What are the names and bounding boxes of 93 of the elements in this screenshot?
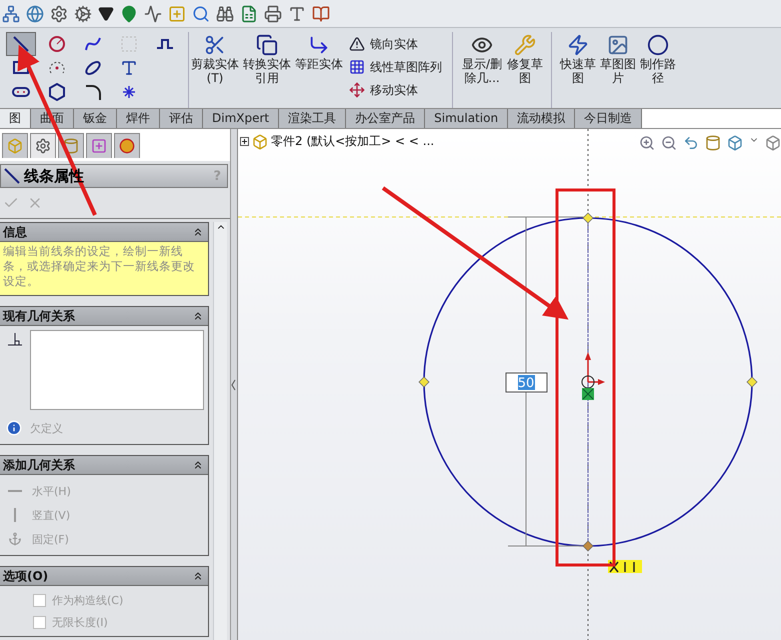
network-icon bbox=[2, 4, 20, 22]
expand-icon bbox=[240, 137, 249, 146]
gear-icon bbox=[35, 138, 51, 154]
ribbon-tab[interactable]: DimXpert bbox=[203, 109, 280, 128]
perpendicular-icon bbox=[6, 330, 24, 348]
vertical-relation-icon bbox=[582, 388, 594, 400]
view-orientation-icon[interactable] bbox=[727, 135, 743, 151]
part-icon bbox=[252, 134, 268, 150]
line-icon bbox=[12, 35, 30, 53]
scissors-icon bbox=[204, 34, 226, 56]
info-icon bbox=[6, 420, 22, 436]
ribbon-tab[interactable]: 焊件 bbox=[117, 109, 160, 128]
display-style-icon[interactable] bbox=[765, 135, 781, 151]
origin-icon bbox=[582, 352, 605, 388]
collapse-icon[interactable] bbox=[192, 570, 204, 582]
collapse-icon[interactable] bbox=[192, 310, 204, 322]
command-item[interactable]: 移动实体 bbox=[349, 80, 442, 100]
polygon-icon bbox=[48, 83, 66, 101]
section-view-icon[interactable] bbox=[705, 135, 721, 151]
cylinder-icon bbox=[63, 138, 79, 154]
spline-icon bbox=[84, 35, 102, 53]
ribbon-tab[interactable]: 流动模拟 bbox=[508, 109, 576, 128]
lightning-icon bbox=[567, 34, 589, 56]
sketch-point[interactable] bbox=[582, 540, 594, 552]
point-icon bbox=[120, 83, 138, 101]
grid-pattern-icon bbox=[349, 59, 365, 75]
move-icon bbox=[349, 82, 365, 98]
panel-tab[interactable] bbox=[30, 133, 56, 158]
sketch-point[interactable] bbox=[418, 376, 430, 388]
sketch-tool-button[interactable] bbox=[6, 32, 36, 56]
section-title: 信息 bbox=[3, 224, 27, 240]
section-title: 选项(O) bbox=[3, 568, 48, 584]
text-tool-icon bbox=[120, 59, 138, 77]
command-button[interactable]: 转换实体引用 bbox=[241, 32, 293, 108]
command-button[interactable]: 等距实体 bbox=[293, 32, 345, 108]
printer-icon bbox=[264, 4, 282, 22]
circle-icon bbox=[48, 35, 66, 53]
settings-icon bbox=[50, 4, 68, 22]
status-text: 欠定义 bbox=[30, 420, 63, 436]
command-button[interactable]: 修复草图 bbox=[505, 32, 545, 108]
feature-tree-item[interactable]: 零件2 (默认<按加工> < < ... bbox=[271, 133, 434, 150]
section-title: 现有几何关系 bbox=[3, 308, 75, 324]
ribbon-tab[interactable]: 评估 bbox=[160, 109, 203, 128]
command-button[interactable]: 草图图片 bbox=[598, 32, 638, 108]
anchor-icon bbox=[8, 532, 22, 546]
search-icon bbox=[192, 4, 210, 22]
color-ball-icon bbox=[119, 138, 135, 154]
image-icon bbox=[607, 34, 629, 56]
command-item[interactable]: 线性草图阵列 bbox=[349, 57, 442, 77]
command-button[interactable]: 剪裁实体(T) bbox=[189, 32, 241, 108]
book-icon bbox=[312, 4, 330, 22]
sketch-point[interactable] bbox=[582, 212, 594, 224]
collapse-icon[interactable] bbox=[192, 226, 204, 238]
previous-view-icon[interactable] bbox=[683, 135, 699, 151]
ellipse-icon bbox=[84, 59, 102, 77]
info-text: 编辑当前线条的设定，绘制一新线条，或选择确定来为下一新线条更改设定。 bbox=[0, 242, 208, 295]
command-button[interactable]: 制作路径 bbox=[638, 32, 678, 108]
command-button[interactable]: 快速草图 bbox=[558, 32, 598, 108]
collapse-icon[interactable] bbox=[192, 459, 204, 471]
scrollbar[interactable] bbox=[213, 222, 227, 640]
ribbon-tab[interactable]: 图 bbox=[0, 109, 31, 128]
panel-tab[interactable] bbox=[86, 133, 112, 158]
grid-icon bbox=[120, 35, 138, 53]
sketch-circle[interactable] bbox=[423, 217, 753, 547]
ribbon-tab[interactable]: 今日制造 bbox=[575, 109, 642, 128]
binoculars-icon bbox=[216, 4, 234, 22]
globe-icon bbox=[26, 4, 44, 22]
collapse-handle-icon bbox=[231, 378, 236, 392]
bowl-icon bbox=[98, 6, 114, 22]
loop-icon bbox=[647, 34, 669, 56]
ribbon-tab[interactable]: Simulation bbox=[425, 109, 508, 128]
rectangle-icon bbox=[12, 59, 30, 77]
dimension-field[interactable]: 50 bbox=[506, 372, 548, 392]
command-button[interactable]: 显示/删除几... bbox=[459, 32, 505, 108]
graphics-area[interactable]: 50 零件2 (默认<按加工> < < ... bbox=[237, 129, 781, 640]
panel-tab[interactable] bbox=[114, 133, 140, 158]
zoom-area-icon[interactable] bbox=[661, 135, 677, 151]
ribbon-tab[interactable]: 钣金 bbox=[74, 109, 117, 128]
command-item[interactable]: 镜向实体 bbox=[349, 34, 442, 54]
gear-icon bbox=[74, 4, 92, 22]
spreadsheet-icon bbox=[240, 4, 258, 22]
section-title: 添加几何关系 bbox=[3, 456, 75, 474]
relation-icon bbox=[608, 560, 642, 573]
line-icon bbox=[4, 168, 20, 184]
text-icon bbox=[288, 4, 306, 22]
ribbon-tab[interactable]: 办公室产品 bbox=[346, 109, 426, 128]
sketch-point[interactable] bbox=[746, 376, 758, 388]
ribbon-tab[interactable]: 渲染工具 bbox=[279, 109, 346, 128]
zoom-fit-icon[interactable] bbox=[639, 135, 655, 151]
pin-icon bbox=[120, 4, 138, 22]
relations-list[interactable] bbox=[30, 330, 204, 410]
plus-icon bbox=[168, 4, 186, 22]
fillet-icon bbox=[84, 83, 102, 101]
